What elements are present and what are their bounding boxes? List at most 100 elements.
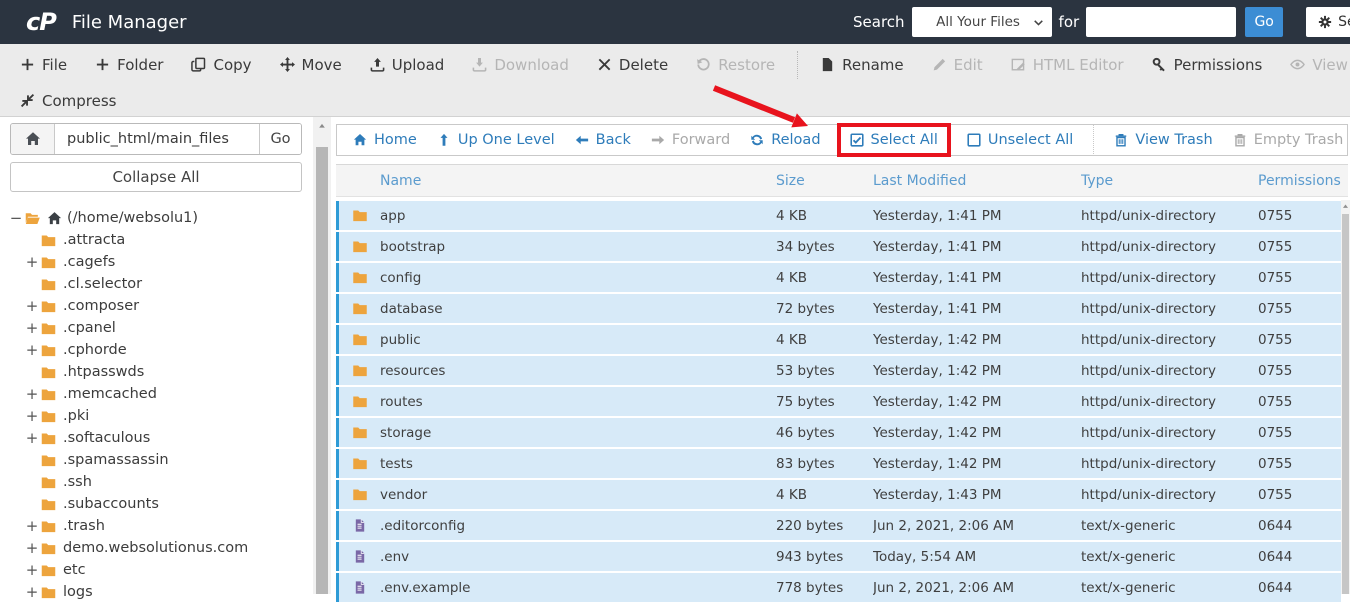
search-input[interactable] bbox=[1086, 7, 1237, 37]
table-row[interactable]: .env.example 778 bytes Jun 2, 2021, 2:06 A… bbox=[336, 573, 1341, 602]
table-row[interactable]: public 4 KB Yesterday, 1:42 PM httpd/unix-d… bbox=[336, 325, 1341, 354]
tree-expander-plus[interactable]: + bbox=[24, 407, 40, 425]
table-row[interactable]: .editorconfig 220 bytes Jun 2, 2021, 2:06 … bbox=[336, 511, 1341, 540]
path-go-button[interactable]: Go bbox=[259, 124, 301, 154]
tree-expander-plus[interactable]: + bbox=[24, 517, 40, 535]
table-row[interactable]: app 4 KB Yesterday, 1:41 PM httpd/unix-dire… bbox=[336, 201, 1341, 230]
tree-item-cpanel[interactable]: + .cpanel bbox=[0, 317, 313, 339]
tree-item-cl-selector[interactable]: .cl.selector bbox=[0, 273, 313, 295]
tree-item-subaccounts[interactable]: .subaccounts bbox=[0, 493, 313, 515]
table-row[interactable]: resources 53 bytes Yesterday, 1:42 PM httpd… bbox=[336, 356, 1341, 385]
table-row[interactable]: vendor 4 KB Yesterday, 1:43 PM httpd/unix-d… bbox=[336, 480, 1341, 509]
tree-item-label: .cpanel bbox=[63, 320, 116, 336]
column-header-permissions[interactable]: Permissions bbox=[1258, 173, 1348, 189]
tree-item-ssh[interactable]: .ssh bbox=[0, 471, 313, 493]
tree-expander-plus[interactable]: + bbox=[24, 297, 40, 315]
toolbar-folder-button[interactable]: Folder bbox=[81, 56, 177, 74]
nav-home-button[interactable]: Home bbox=[353, 132, 417, 148]
table-row[interactable]: .env 943 bytes Today, 5:54 AM text/x-generi… bbox=[336, 542, 1341, 571]
collapse-all-button[interactable]: Collapse All bbox=[10, 162, 302, 192]
nav-view-trash-button[interactable]: View Trash bbox=[1114, 132, 1213, 148]
column-header-size[interactable]: Size bbox=[776, 173, 873, 189]
settings-button[interactable]: Settings bbox=[1306, 7, 1350, 37]
tree-item-spamassassin[interactable]: .spamassassin bbox=[0, 449, 313, 471]
cell-name: .env.example bbox=[380, 579, 471, 596]
sidebar-scrollbar[interactable] bbox=[313, 117, 331, 594]
nav-reload-button[interactable]: Reload bbox=[750, 132, 821, 148]
toolbar-edit-button: Edit bbox=[918, 56, 997, 74]
path-input[interactable] bbox=[55, 124, 259, 154]
tree-item-softaculous[interactable]: + .softaculous bbox=[0, 427, 313, 449]
tree-expander-plus[interactable]: + bbox=[24, 319, 40, 337]
toolbar-compress-button[interactable]: Compress bbox=[6, 92, 130, 110]
tree-expander-plus[interactable]: + bbox=[24, 429, 40, 447]
folder-open-icon bbox=[24, 211, 41, 226]
nav-forward-label: Forward bbox=[671, 132, 731, 148]
tree-item-composer[interactable]: + .composer bbox=[0, 295, 313, 317]
tree-expander-plus[interactable]: + bbox=[24, 561, 40, 579]
column-header-last-modified[interactable]: Last Modified bbox=[873, 173, 1081, 189]
tree-expander-plus[interactable]: + bbox=[24, 341, 40, 359]
toolbar-copy-button[interactable]: Copy bbox=[177, 56, 265, 74]
cell-icon bbox=[339, 363, 380, 378]
tree-expander-plus[interactable]: + bbox=[24, 253, 40, 271]
toolbar-file-button[interactable]: File bbox=[6, 56, 81, 74]
toolbar-rename-button[interactable]: Rename bbox=[806, 56, 918, 74]
tree-item-demo-websolutionus-com[interactable]: + demo.websolutionus.com bbox=[0, 537, 313, 559]
folder-icon bbox=[351, 270, 369, 285]
tree-item-attracta[interactable]: .attracta bbox=[0, 229, 313, 251]
table-row[interactable]: tests 83 bytes Yesterday, 1:42 PM httpd/uni… bbox=[336, 449, 1341, 478]
toolbar-delete-button[interactable]: Delete bbox=[583, 56, 682, 74]
search-label: Search bbox=[853, 13, 905, 31]
tree-item-logs[interactable]: + logs bbox=[0, 581, 313, 603]
tree-item-pki[interactable]: + .pki bbox=[0, 405, 313, 427]
eye-icon bbox=[1290, 57, 1306, 72]
folder-icon bbox=[40, 563, 57, 578]
tree-item-trash[interactable]: + .trash bbox=[0, 515, 313, 537]
doc-file-icon bbox=[353, 517, 367, 534]
toolbar-permissions-button[interactable]: Permissions bbox=[1138, 56, 1277, 74]
nav-back-button[interactable]: Back bbox=[575, 132, 631, 148]
cell-modified: Jun 2, 2021, 2:06 AM bbox=[873, 579, 1014, 596]
tree-item-label: (/home/websolu1) bbox=[67, 210, 199, 226]
tree-expander-plus[interactable]: + bbox=[24, 583, 40, 601]
column-header-type[interactable]: Type bbox=[1081, 173, 1258, 189]
tree-item-htpasswds[interactable]: .htpasswds bbox=[0, 361, 313, 383]
nav-unselect-all-button[interactable]: Unselect All bbox=[967, 132, 1073, 148]
toolbar-move-button[interactable]: Move bbox=[266, 56, 356, 74]
tree-item-memcached[interactable]: + .memcached bbox=[0, 383, 313, 405]
cell-name: .env bbox=[380, 548, 410, 565]
tree-item-label: .cl.selector bbox=[63, 276, 143, 292]
cell-type: httpd/unix-directory bbox=[1081, 424, 1216, 441]
column-header-name[interactable]: Name bbox=[380, 173, 776, 189]
table-row[interactable]: bootstrap 34 bytes Yesterday, 1:41 PM httpd… bbox=[336, 232, 1341, 261]
move-icon bbox=[279, 57, 295, 72]
nav-empty-trash-button: Empty Trash bbox=[1233, 132, 1343, 148]
tree-item-label: .attracta bbox=[63, 232, 126, 248]
table-row[interactable]: config 4 KB Yesterday, 1:41 PM httpd/unix-d… bbox=[336, 263, 1341, 292]
tree-item-cphorde[interactable]: + .cphorde bbox=[0, 339, 313, 361]
sidebar-scrollbar-thumb[interactable] bbox=[316, 147, 328, 594]
toolbar-upload-button[interactable]: Upload bbox=[356, 56, 459, 74]
table-scrollbar-thumb[interactable] bbox=[1342, 214, 1349, 594]
table-row[interactable]: database 72 bytes Yesterday, 1:41 PM httpd/… bbox=[336, 294, 1341, 323]
nav-select-all-button[interactable]: Select All bbox=[836, 123, 951, 157]
table-row[interactable]: routes 75 bytes Yesterday, 1:42 PM httpd/un… bbox=[336, 387, 1341, 416]
search-go-button[interactable]: Go bbox=[1245, 7, 1284, 37]
tree-item-etc[interactable]: + etc bbox=[0, 559, 313, 581]
scroll-up-icon[interactable] bbox=[317, 121, 327, 131]
tree-expander-minus[interactable]: − bbox=[8, 209, 24, 227]
tree-item-label: .cphorde bbox=[63, 342, 127, 358]
cell-permissions: 0755 bbox=[1258, 455, 1293, 472]
table-scrollbar[interactable] bbox=[1341, 200, 1350, 594]
nav-up-one-level-button[interactable]: Up One Level bbox=[437, 132, 555, 148]
path-home-button[interactable] bbox=[11, 124, 55, 154]
cell-name: resources bbox=[380, 362, 446, 379]
tree-expander-plus[interactable]: + bbox=[24, 539, 40, 557]
scroll-up-icon[interactable] bbox=[1341, 202, 1350, 211]
tree-item-cagefs[interactable]: + .cagefs bbox=[0, 251, 313, 273]
table-row[interactable]: storage 46 bytes Yesterday, 1:42 PM httpd/u… bbox=[336, 418, 1341, 447]
tree-expander-plus[interactable]: + bbox=[24, 385, 40, 403]
search-scope-select[interactable]: All Your Files bbox=[911, 7, 1052, 37]
tree-item-home-websolu1[interactable]: − (/home/websolu1) bbox=[0, 207, 313, 229]
